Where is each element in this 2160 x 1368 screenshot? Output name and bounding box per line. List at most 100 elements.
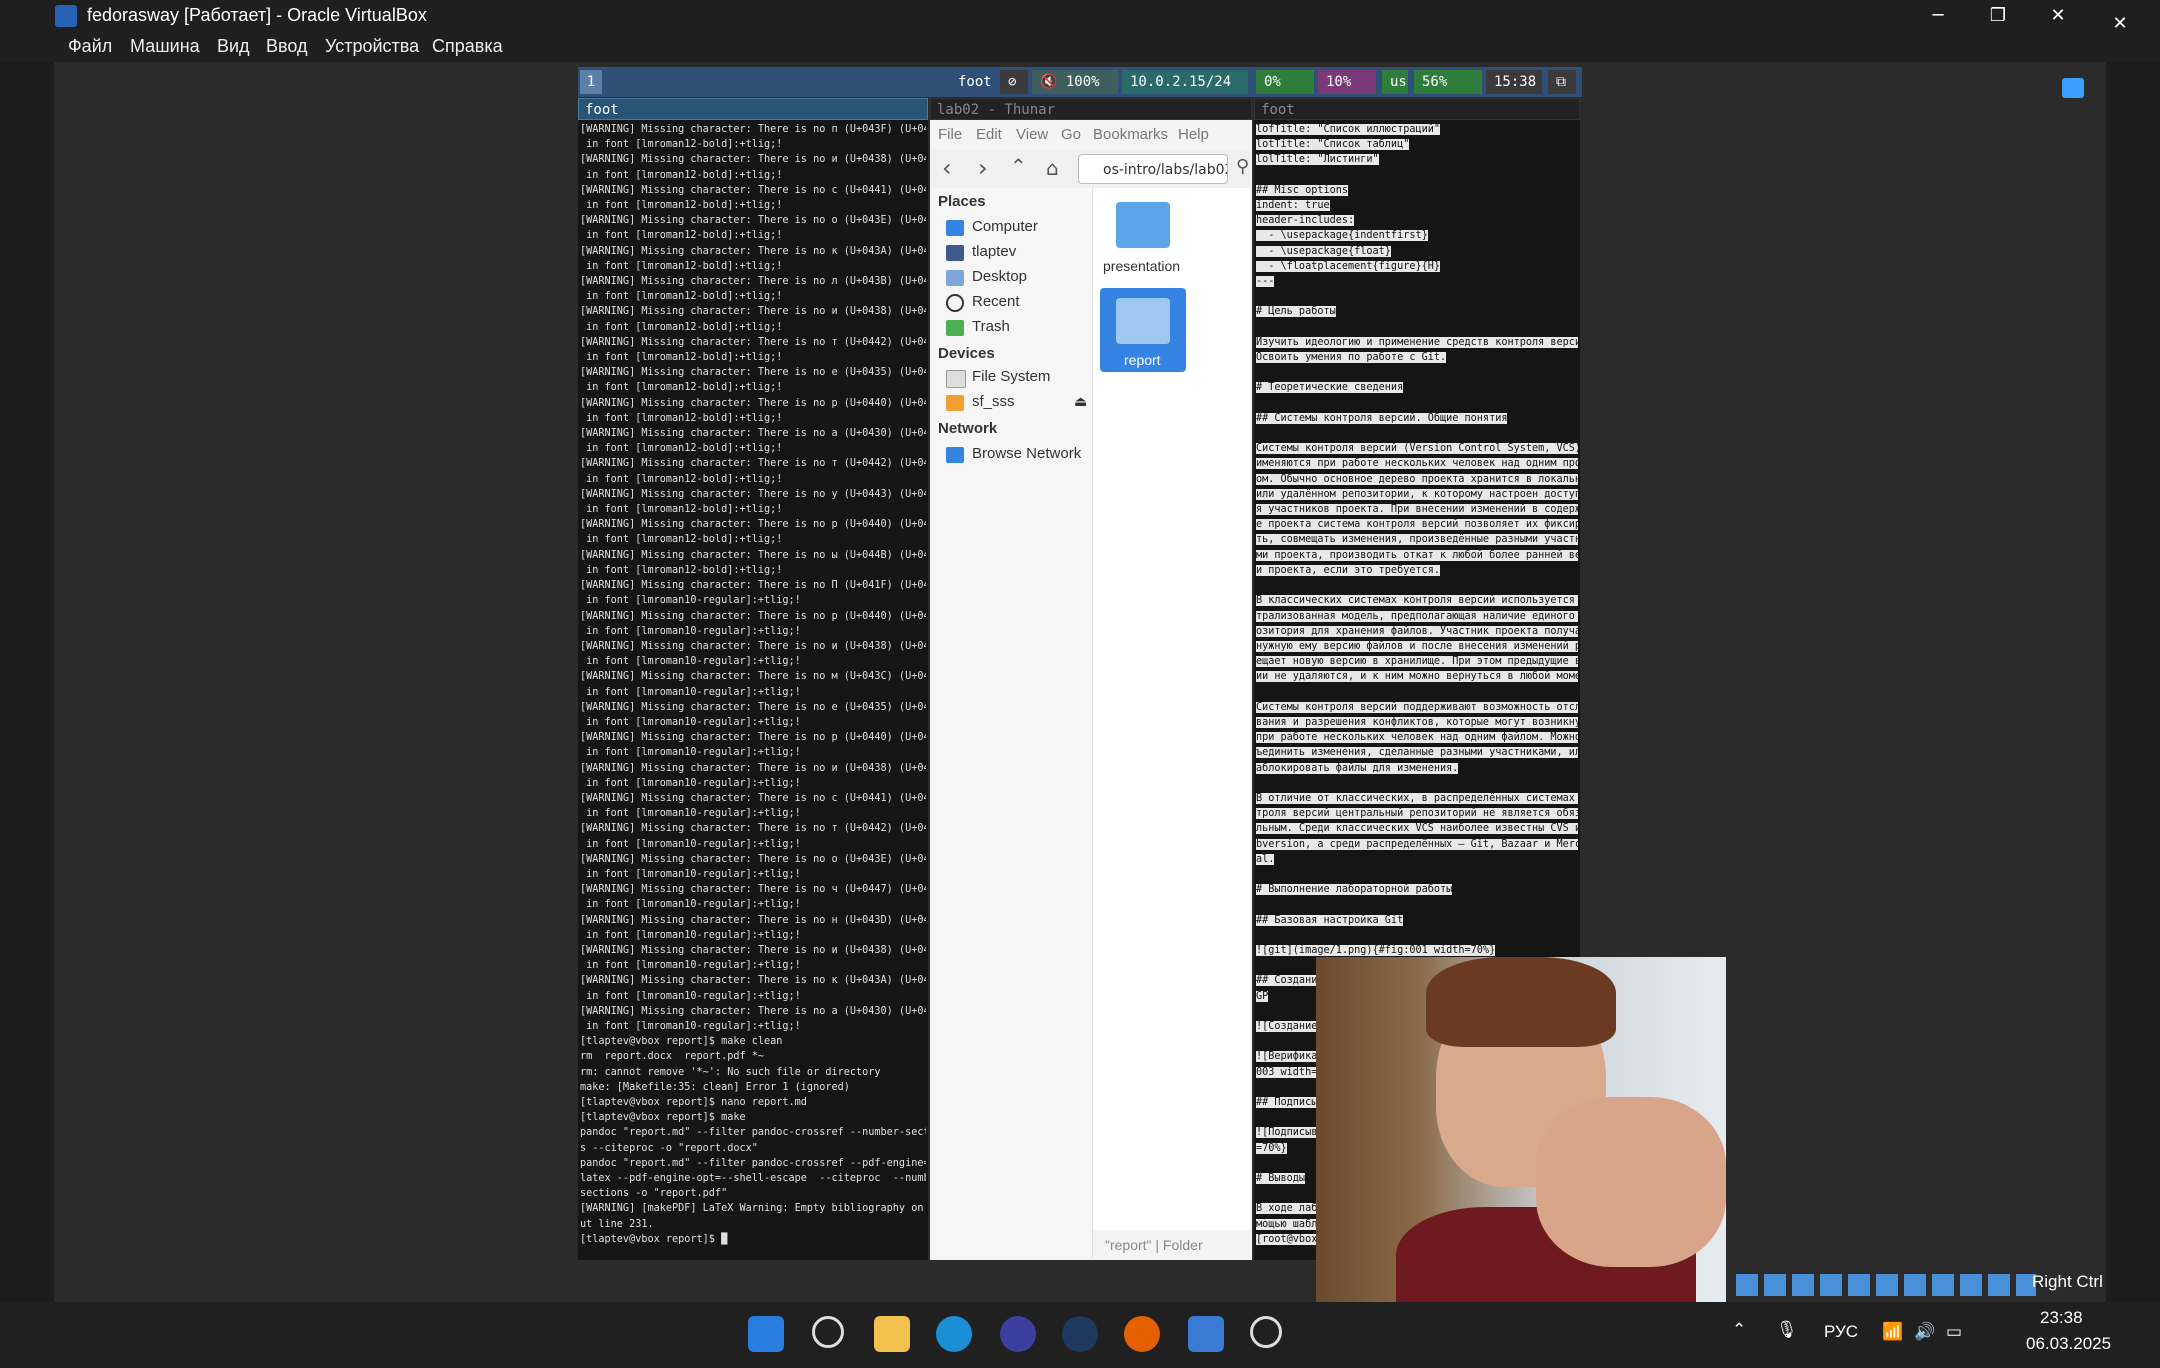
tray-icon[interactable]: ⧉ bbox=[1548, 70, 1576, 94]
search-taskbar-icon[interactable] bbox=[812, 1316, 844, 1348]
thunar-menu-edit[interactable]: Edit bbox=[976, 126, 1002, 143]
terminal-line: [tlaptev@vbox report]$ make clean bbox=[580, 1036, 783, 1048]
location-bar[interactable]: os-intro/labs/lab02/ bbox=[1078, 154, 1228, 184]
terminal-line: [WARNING] Missing character: There is no… bbox=[580, 1005, 926, 1017]
up-icon[interactable]: ⌃ bbox=[1010, 154, 1027, 178]
terminal-line: [WARNING] Missing character: There is no… bbox=[580, 428, 926, 440]
terminal-line: [WARNING] Missing character: There is no… bbox=[580, 701, 926, 713]
editor-line: lofTitle: "Список иллюстраций" bbox=[1256, 124, 1441, 135]
menu-view[interactable]: Вид bbox=[217, 36, 250, 57]
terminal-line: in font [lmroman12-bold]:+tlig;! bbox=[580, 260, 783, 272]
vbox-device-icons[interactable] bbox=[1736, 1274, 2036, 1296]
editor-line: ещает новую версию в хранилище. При этом… bbox=[1256, 654, 1578, 669]
start-icon[interactable] bbox=[748, 1316, 784, 1352]
thunar-menu-view[interactable]: View bbox=[1016, 126, 1048, 143]
folder-icon[interactable] bbox=[1116, 298, 1170, 344]
microphone-icon[interactable]: 🎙 bbox=[1776, 1320, 1798, 1340]
forward-icon[interactable]: › bbox=[978, 154, 988, 182]
sidebar-item-sf-sss[interactable]: sf_sss bbox=[972, 393, 1015, 410]
terminal-line: [WARNING] Missing character: There is no… bbox=[580, 853, 926, 865]
terminal-line: in font [lmroman12-bold]:+tlig;! bbox=[580, 473, 783, 485]
eject-icon[interactable]: ⏏ bbox=[1074, 394, 1087, 410]
terminal-line: rm report.docx report.pdf *~ bbox=[580, 1051, 765, 1063]
terminal-line: in font [lmroman12-bold]:+tlig;! bbox=[580, 169, 783, 181]
terminal-line: make: [Makefile:35: clean] Error 1 (igno… bbox=[580, 1081, 850, 1093]
recent-icon bbox=[946, 294, 964, 312]
thunar-statusbar: "report" | Folder bbox=[1093, 1232, 1250, 1258]
folder-icon[interactable] bbox=[1116, 202, 1170, 248]
file-item-report[interactable]: report bbox=[1124, 352, 1161, 368]
file-item-presentation[interactable]: presentation bbox=[1103, 258, 1180, 274]
sidebar-item-browse-network[interactable]: Browse Network bbox=[972, 445, 1081, 462]
terminal-line: pandoc "report.md" --filter pandoc-cross… bbox=[580, 1127, 926, 1139]
menu-machine[interactable]: Машина bbox=[130, 36, 200, 57]
back-icon[interactable]: ‹ bbox=[942, 154, 952, 182]
terminal-line: [WARNING] Missing character: There is no… bbox=[580, 671, 926, 683]
sidebar-item-desktop[interactable]: Desktop bbox=[972, 268, 1027, 285]
terminal-line: pandoc "report.md" --filter pandoc-cross… bbox=[580, 1157, 926, 1169]
arm bbox=[1536, 1097, 1726, 1267]
thunar-menu-file[interactable]: File bbox=[938, 126, 962, 143]
speaker-icon[interactable]: 🔊 bbox=[1914, 1322, 1935, 1342]
terminal-line: latex --pdf-engine-opt=--shell-escape --… bbox=[580, 1173, 926, 1185]
editor-line: В классических системах контроля версий … bbox=[1256, 593, 1578, 608]
terminal-line: [WARNING] Missing character: There is no… bbox=[580, 154, 926, 166]
close-icon[interactable]: ✕ bbox=[2038, 2, 2078, 30]
thunar-menu-help[interactable]: Help bbox=[1178, 126, 1209, 143]
menu-file[interactable]: Файл bbox=[68, 36, 112, 57]
sidebar-item-tlaptev[interactable]: tlaptev bbox=[972, 243, 1016, 260]
sidebar-item-filesystem[interactable]: File System bbox=[972, 368, 1050, 385]
editor-line: я участников проекта. При внесении измен… bbox=[1256, 502, 1578, 517]
menu-input[interactable]: Ввод bbox=[266, 36, 307, 57]
taskbar-date[interactable]: 06.03.2025 bbox=[2026, 1334, 2111, 1354]
terminal-line: in font [lmroman10-regular]:+tlig;! bbox=[580, 899, 801, 911]
obs-icon[interactable] bbox=[1250, 1316, 1282, 1348]
steam-icon[interactable] bbox=[1062, 1316, 1098, 1352]
firefox-icon[interactable] bbox=[1124, 1316, 1160, 1352]
sidebar-item-computer[interactable]: Computer bbox=[972, 218, 1038, 235]
language-indicator[interactable]: РУС bbox=[1824, 1322, 1858, 1342]
terminal-title: foot bbox=[578, 98, 928, 120]
terminal-output[interactable]: [WARNING] Missing character: There is no… bbox=[580, 122, 926, 1258]
app-icon[interactable] bbox=[1000, 1316, 1036, 1352]
editor-line: Системы контроля версий поддерживают воз… bbox=[1256, 700, 1578, 715]
terminal-line: [WARNING] Missing character: There is no… bbox=[580, 245, 926, 257]
edge-icon[interactable] bbox=[936, 1316, 972, 1352]
editor-line: нужную ему версию файлов и после внесени… bbox=[1256, 639, 1578, 654]
wifi-icon[interactable]: 📶 bbox=[1882, 1322, 1903, 1342]
terminal-line: in font [lmroman10-regular]:+tlig;! bbox=[580, 990, 801, 1002]
editor-line: al. bbox=[1256, 853, 1275, 865]
menu-devices[interactable]: Устройства bbox=[325, 36, 419, 57]
taskbar-time[interactable]: 23:38 bbox=[2040, 1308, 2083, 1328]
search-icon[interactable]: ⚲ bbox=[1236, 156, 1249, 177]
vbox-menubar bbox=[0, 32, 2160, 62]
battery-icon[interactable]: ▭ bbox=[1946, 1322, 1962, 1342]
editor-line: Освоить умения по работе с Git. bbox=[1256, 352, 1447, 364]
home-icon[interactable]: ⌂ bbox=[1046, 156, 1059, 180]
virtualbox-taskbar-icon[interactable] bbox=[1188, 1316, 1224, 1352]
terminal-line: [WARNING] Missing character: There is no… bbox=[580, 732, 926, 744]
editor-line: ъединить изменения, сделанные разными уч… bbox=[1256, 745, 1578, 760]
editor-line: - \usepackage{float} bbox=[1256, 245, 1391, 257]
editor-line: ть, совмещать изменения, произведённые р… bbox=[1256, 532, 1578, 547]
terminal-line: sections -o "report.pdf" bbox=[580, 1188, 728, 1200]
notification-icon[interactable] bbox=[2062, 78, 2084, 98]
sidebar-item-trash[interactable]: Trash bbox=[972, 318, 1010, 335]
cpu-indicator: 0% bbox=[1256, 70, 1314, 94]
terminal-line: in font [lmroman12-bold]:+tlig;! bbox=[580, 443, 783, 455]
thunar-menu-go[interactable]: Go bbox=[1061, 126, 1081, 143]
chevron-up-icon[interactable]: ⌃ bbox=[1732, 1320, 1746, 1340]
menu-help[interactable]: Справка bbox=[432, 36, 503, 57]
terminal-line: [WARNING] Missing character: There is no… bbox=[580, 975, 926, 987]
explorer-icon[interactable] bbox=[874, 1316, 910, 1352]
workspace-button[interactable]: 1 bbox=[580, 70, 602, 94]
maximize-icon[interactable]: ❐ bbox=[1978, 2, 2018, 30]
minimize-icon[interactable]: ─ bbox=[1918, 2, 1958, 30]
network-icon bbox=[946, 447, 964, 463]
sidebar-item-recent[interactable]: Recent bbox=[972, 293, 1020, 310]
thunar-menu-bookmarks[interactable]: Bookmarks bbox=[1093, 126, 1168, 143]
editor-line: ом. Обычно основное дерево проекта храни… bbox=[1256, 472, 1578, 487]
terminal-line: in font [lmroman10-regular]:+tlig;! bbox=[580, 595, 801, 607]
